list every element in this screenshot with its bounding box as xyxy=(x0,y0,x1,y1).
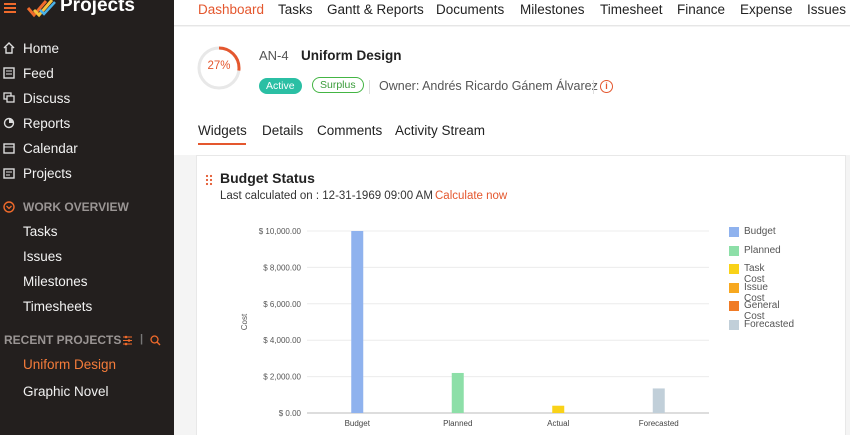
sidebar-item-feed[interactable]: Feed xyxy=(0,63,174,85)
calculate-now-link[interactable]: Calculate now xyxy=(435,190,507,202)
sidebar-item-label: Projects xyxy=(23,166,72,181)
y-tick-label: $ 0.00 xyxy=(279,409,302,418)
budget-status-widget: Budget Status Last calculated on : 12-31… xyxy=(196,155,846,435)
y-tick-label: $ 6,000.00 xyxy=(263,300,301,309)
bar-planned xyxy=(451,372,464,413)
section-label: RECENT PROJECTS xyxy=(4,333,122,347)
sidebar-item-label: Reports xyxy=(23,116,71,131)
collapse-circle-icon xyxy=(3,201,15,213)
legend-swatch xyxy=(729,245,739,256)
feed-icon xyxy=(3,67,15,79)
y-tick-label: $ 10,000.00 xyxy=(259,227,302,236)
sidebar-item-label: Feed xyxy=(23,66,54,81)
y-tick-label: $ 8,000.00 xyxy=(263,263,301,272)
subtab-widgets[interactable]: Widgets xyxy=(198,123,247,138)
y-tick-label: $ 2,000.00 xyxy=(263,373,301,382)
top-nav: Dashboard Tasks Gantt & Reports Document… xyxy=(174,0,850,26)
tab-tasks[interactable]: Tasks xyxy=(278,2,313,17)
budget-chart: $ 0.00 $ 2,000.00 $ 4,000.00 $ 6,000.00 $ 8,… xyxy=(240,227,709,428)
sidebar-item-timesheets[interactable]: Timesheets xyxy=(23,299,92,314)
sidebar-item-label: Calendar xyxy=(23,141,78,156)
project-owner[interactable]: Owner: Andrés Ricardo Gánem Álvarez xyxy=(379,79,598,93)
filter-icon[interactable] xyxy=(122,335,133,346)
recent-project-graphic-novel[interactable]: Graphic Novel xyxy=(23,384,109,399)
home-icon xyxy=(3,42,15,54)
legend-label: Budget xyxy=(744,226,776,237)
tab-timesheet[interactable]: Timesheet xyxy=(600,2,663,17)
sidebar-item-reports[interactable]: Reports xyxy=(0,113,174,135)
subtab-comments[interactable]: Comments xyxy=(317,123,382,138)
legend-swatch xyxy=(729,227,739,237)
sidebar-item-home[interactable]: Home xyxy=(0,38,174,60)
tab-issues[interactable]: Issues xyxy=(807,2,846,17)
tab-dashboard[interactable]: Dashboard xyxy=(198,2,264,17)
project-name[interactable]: Uniform Design xyxy=(301,48,402,63)
work-overview-header[interactable]: WORK OVERVIEW xyxy=(0,197,174,217)
progress-ring: 27% xyxy=(196,45,242,91)
sidebar-item-tasks[interactable]: Tasks xyxy=(23,224,58,239)
legend-swatch xyxy=(729,319,739,330)
progress-percent: 27% xyxy=(207,60,231,72)
bar-budget xyxy=(351,231,364,413)
legend-swatch xyxy=(729,282,739,293)
section-label: WORK OVERVIEW xyxy=(23,200,129,214)
x-tick-label: Planned xyxy=(443,419,472,428)
legend-swatch xyxy=(729,301,739,311)
tab-documents[interactable]: Documents xyxy=(436,2,504,17)
budget-badge: Surplus xyxy=(312,77,364,93)
tab-expense[interactable]: Expense xyxy=(740,2,793,17)
x-tick-label: Budget xyxy=(345,419,371,428)
info-icon[interactable]: i xyxy=(600,80,613,93)
divider: | xyxy=(140,333,144,345)
app-title: Projects xyxy=(60,0,135,16)
reports-icon xyxy=(3,117,15,129)
divider xyxy=(593,80,594,94)
sidebar: Projects Home Feed Discuss Reports Calen… xyxy=(0,0,174,435)
projects-icon xyxy=(3,168,15,179)
brand: Projects xyxy=(0,0,174,23)
sidebar-item-issues[interactable]: Issues xyxy=(23,249,62,264)
last-calculated-text: Last calculated on : 12-31-1969 09:00 AM xyxy=(220,190,433,202)
x-tick-label: Actual xyxy=(547,419,569,428)
search-icon[interactable] xyxy=(150,335,161,346)
divider xyxy=(369,80,370,94)
sidebar-item-discuss[interactable]: Discuss xyxy=(0,88,174,110)
bar-forecasted xyxy=(652,388,665,413)
sidebar-item-label: Discuss xyxy=(23,91,71,106)
project-header: 27% AN-4 Uniform Design Active Surplus O… xyxy=(174,27,850,155)
tab-milestones[interactable]: Milestones xyxy=(520,2,585,17)
status-badge[interactable]: Active xyxy=(259,78,302,94)
y-tick-label: $ 4,000.00 xyxy=(263,336,301,345)
sidebar-item-projects[interactable]: Projects xyxy=(0,163,174,185)
calendar-icon xyxy=(3,143,15,154)
tab-gantt-reports[interactable]: Gantt & Reports xyxy=(327,2,424,17)
subtab-details[interactable]: Details xyxy=(262,123,303,138)
legend-label: Planned xyxy=(744,244,781,256)
legend-label: Forecasted xyxy=(744,318,795,330)
legend-swatch xyxy=(729,264,739,274)
project-key: AN-4 xyxy=(259,48,289,63)
bar-task-cost xyxy=(552,405,565,413)
tab-finance[interactable]: Finance xyxy=(677,2,725,17)
y-axis-label: Cost xyxy=(240,313,249,330)
discuss-icon xyxy=(3,92,15,103)
menu-icon[interactable] xyxy=(4,3,16,13)
active-subtab-indicator xyxy=(198,143,246,145)
drag-handle-icon[interactable] xyxy=(205,174,213,186)
recent-projects-header: RECENT PROJECTS | xyxy=(0,330,174,350)
x-tick-label: Forecasted xyxy=(639,419,679,428)
widget-title: Budget Status xyxy=(220,170,315,186)
subtab-activity-stream[interactable]: Activity Stream xyxy=(395,123,485,138)
projects-logo-icon xyxy=(26,0,56,18)
sidebar-item-milestones[interactable]: Milestones xyxy=(23,274,88,289)
sidebar-item-label: Home xyxy=(23,41,60,56)
recent-project-uniform-design[interactable]: Uniform Design xyxy=(23,357,116,372)
sidebar-item-calendar[interactable]: Calendar xyxy=(0,138,174,160)
